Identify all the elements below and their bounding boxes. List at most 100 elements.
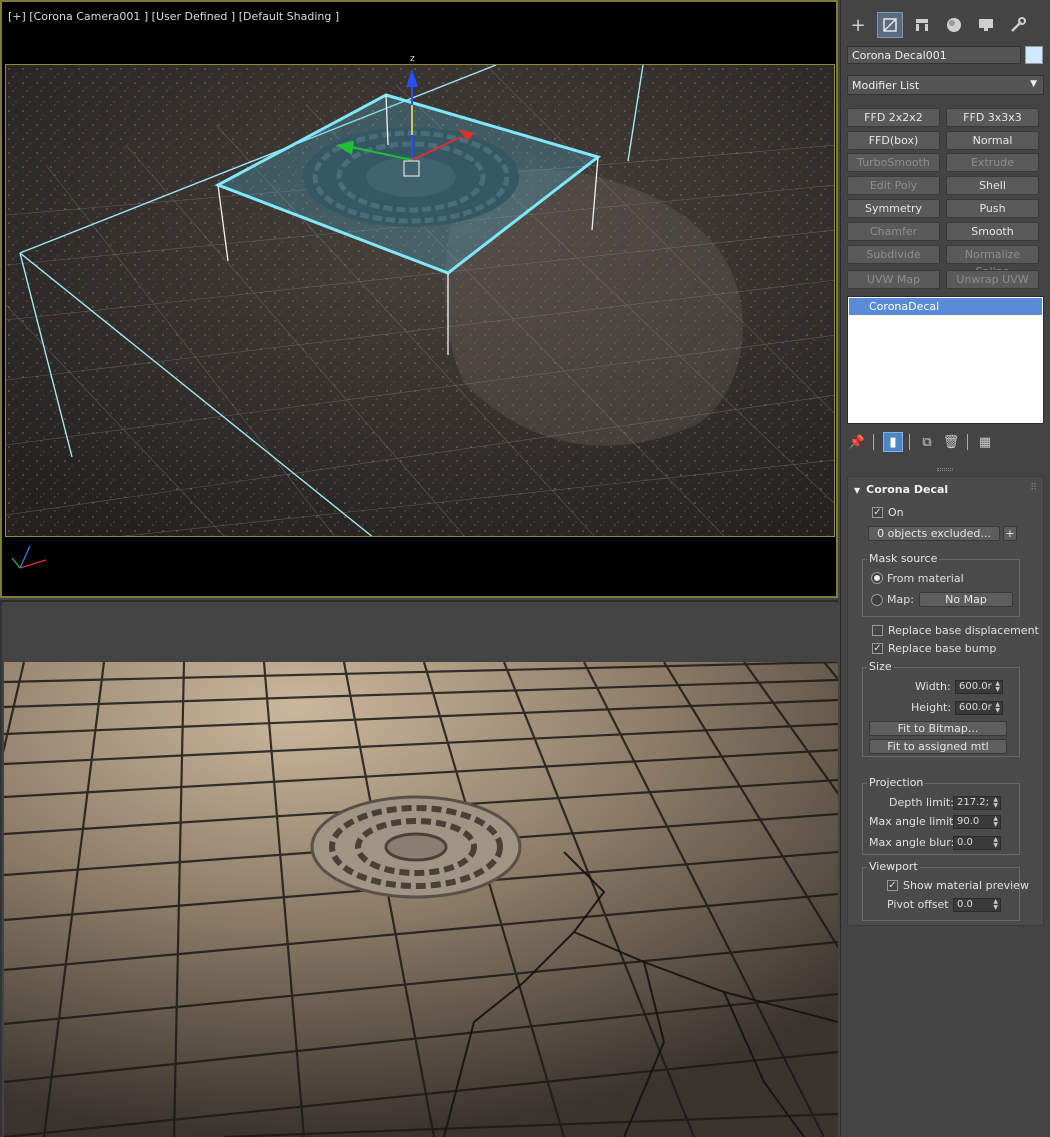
app-root: [+] [Corona Camera001 ] [User Defined ] …: [0, 0, 1050, 1137]
projection-title: Projection: [867, 776, 926, 789]
render-svg: [4, 662, 838, 1137]
spinner-arrows-icon[interactable]: ▲ ▼: [993, 816, 998, 828]
modifier-button-uvw-map[interactable]: UVW Map: [847, 270, 940, 289]
height-label: Height:: [911, 701, 952, 714]
depth-limit-value: 217.2;: [957, 797, 989, 808]
modifier-button-ffd-2x2x2[interactable]: FFD 2x2x2: [847, 108, 940, 127]
rollout-title: Corona Decal: [866, 483, 949, 496]
on-label: On: [888, 506, 904, 519]
width-label: Width:: [915, 680, 951, 693]
pivot-offset-label: Pivot offset: [887, 898, 949, 911]
motion-tab[interactable]: [941, 12, 967, 38]
modify-icon: [883, 18, 897, 32]
command-panel: + Corona Decal001 Modifier List ▼ FFD 2x…: [840, 0, 1050, 1137]
hierarchy-tab[interactable]: [909, 12, 935, 38]
panel-splitter[interactable]: [937, 468, 953, 471]
modifier-button-ffd-3x3x3[interactable]: FFD 3x3x3: [946, 108, 1039, 127]
replace-bump-label: Replace base bump: [888, 642, 997, 655]
pivot-offset-spinner[interactable]: 0.0 ▲ ▼: [953, 898, 1001, 912]
configure-sets-icon[interactable]: ▦: [975, 432, 995, 452]
remove-modifier-icon[interactable]: 🗑: [941, 432, 961, 452]
mask-source-group: Mask source From material Map: No Map: [862, 552, 1020, 617]
replace-bump-checkbox[interactable]: ✓: [872, 643, 883, 654]
show-end-result-icon[interactable]: ▮: [883, 432, 903, 452]
fit-to-assigned-mtl-button[interactable]: Fit to assigned mtl: [869, 739, 1007, 754]
spinner-arrows-icon[interactable]: ▲ ▼: [993, 899, 998, 911]
render-frame: [4, 662, 838, 1137]
spinner-arrows-icon[interactable]: ▲ ▼: [995, 681, 1000, 693]
max-angle-blur-value: 0.0: [957, 837, 973, 848]
stack-item-coronadecal[interactable]: CoronaDecal: [849, 298, 1042, 315]
replace-displacement-checkbox[interactable]: [872, 625, 883, 636]
from-material-radio[interactable]: [871, 572, 883, 584]
depth-limit-spinner[interactable]: 217.2; ▲ ▼: [953, 796, 1001, 810]
stack-toolbar: 📌 ▮ ⧉ 🗑 ▦: [847, 430, 1044, 454]
map-label: Map:: [887, 593, 914, 606]
max-angle-limit-label: Max angle limit:: [869, 815, 958, 828]
modifier-button-shell[interactable]: Shell: [946, 176, 1039, 195]
show-material-preview-checkbox[interactable]: ✓: [887, 880, 898, 891]
pin-stack-icon[interactable]: 📌: [847, 432, 867, 452]
modifier-button-symmetry[interactable]: Symmetry: [847, 199, 940, 218]
chevron-down-icon: ▼: [1030, 79, 1037, 89]
toolbar-separator: [909, 434, 910, 450]
fit-to-bitmap-button[interactable]: Fit to Bitmap...: [869, 721, 1007, 736]
width-spinner[interactable]: 600.0r ▲ ▼: [955, 680, 1003, 694]
max-angle-blur-spinner[interactable]: 0.0 ▲ ▼: [953, 836, 1001, 850]
axis-tripod-icon: [11, 545, 47, 569]
make-unique-icon[interactable]: ⧉: [917, 432, 937, 452]
no-map-button[interactable]: No Map: [919, 592, 1013, 607]
modifier-stack[interactable]: CoronaDecal: [847, 296, 1044, 424]
object-color-swatch[interactable]: [1025, 46, 1043, 64]
modifier-button-ffd-box-[interactable]: FFD(box): [847, 131, 940, 150]
viewport-label[interactable]: [+] [Corona Camera001 ] [User Defined ] …: [8, 10, 339, 23]
modify-tab[interactable]: [877, 12, 903, 38]
modifier-button-smooth[interactable]: Smooth: [946, 222, 1039, 241]
camera-viewport[interactable]: [+] [Corona Camera001 ] [User Defined ] …: [0, 0, 838, 598]
replace-displacement-label: Replace base displacement: [888, 624, 1039, 637]
modifier-list-dropdown[interactable]: Modifier List ▼: [847, 75, 1044, 95]
rollout-drag-handle-icon[interactable]: ⠿: [1030, 483, 1037, 493]
add-excluded-button[interactable]: +: [1003, 526, 1017, 541]
render-viewport[interactable]: [0, 600, 838, 1137]
modifier-button-normal[interactable]: Normal: [946, 131, 1039, 150]
mask-source-title: Mask source: [867, 552, 940, 565]
display-tab[interactable]: [973, 12, 999, 38]
utilities-tab[interactable]: [1005, 12, 1031, 38]
create-tab[interactable]: +: [845, 12, 871, 38]
modifier-button-extrude[interactable]: Extrude: [946, 153, 1039, 172]
viewport-group: Viewport ✓ Show material preview Pivot o…: [862, 860, 1029, 921]
toolbar-separator: [873, 434, 874, 450]
spinner-arrows-icon[interactable]: ▲ ▼: [993, 797, 998, 809]
rollout-header[interactable]: ▼ Corona Decal: [854, 483, 948, 496]
show-material-preview-label: Show material preview: [903, 879, 1029, 892]
projection-group: Projection Depth limit: 217.2; ▲ ▼ Max ang…: [862, 776, 1020, 855]
modifier-button-edit-poly[interactable]: Edit Poly: [847, 176, 940, 195]
spinner-arrows-icon[interactable]: ▲ ▼: [995, 702, 1000, 714]
map-radio[interactable]: [871, 594, 883, 606]
height-value: 600.0r: [959, 702, 992, 713]
from-material-label: From material: [887, 572, 964, 585]
modifier-button-normalize-spline[interactable]: Normalize Spline: [946, 245, 1039, 278]
modifier-button-turbosmooth[interactable]: TurboSmooth: [847, 153, 940, 172]
toolbar-separator: [967, 434, 968, 450]
height-spinner[interactable]: 600.0r ▲ ▼: [955, 701, 1003, 715]
modifier-button-subdivide[interactable]: Subdivide: [847, 245, 940, 264]
spinner-arrows-icon[interactable]: ▲ ▼: [993, 837, 998, 849]
objects-excluded-button[interactable]: 0 objects excluded...: [868, 526, 1000, 541]
viewport-title: Viewport: [867, 860, 920, 873]
modifier-button-push[interactable]: Push: [946, 199, 1039, 218]
modifier-button-unwrap-uvw[interactable]: Unwrap UVW: [946, 270, 1039, 289]
max-angle-limit-spinner[interactable]: 90.0 ▲ ▼: [953, 815, 1001, 829]
hierarchy-icon: [916, 19, 928, 31]
utilities-icon: [1011, 17, 1026, 32]
scene-svg: [6, 65, 834, 536]
gizmo-z-label: z: [410, 54, 415, 64]
display-icon: [979, 19, 993, 31]
on-checkbox[interactable]: ✓: [872, 507, 883, 518]
viewport-scene[interactable]: [5, 64, 835, 537]
object-name-field[interactable]: Corona Decal001: [847, 46, 1021, 64]
command-panel-tabs: +: [841, 4, 1050, 42]
size-title: Size: [867, 660, 894, 673]
modifier-button-chamfer[interactable]: Chamfer: [847, 222, 940, 241]
